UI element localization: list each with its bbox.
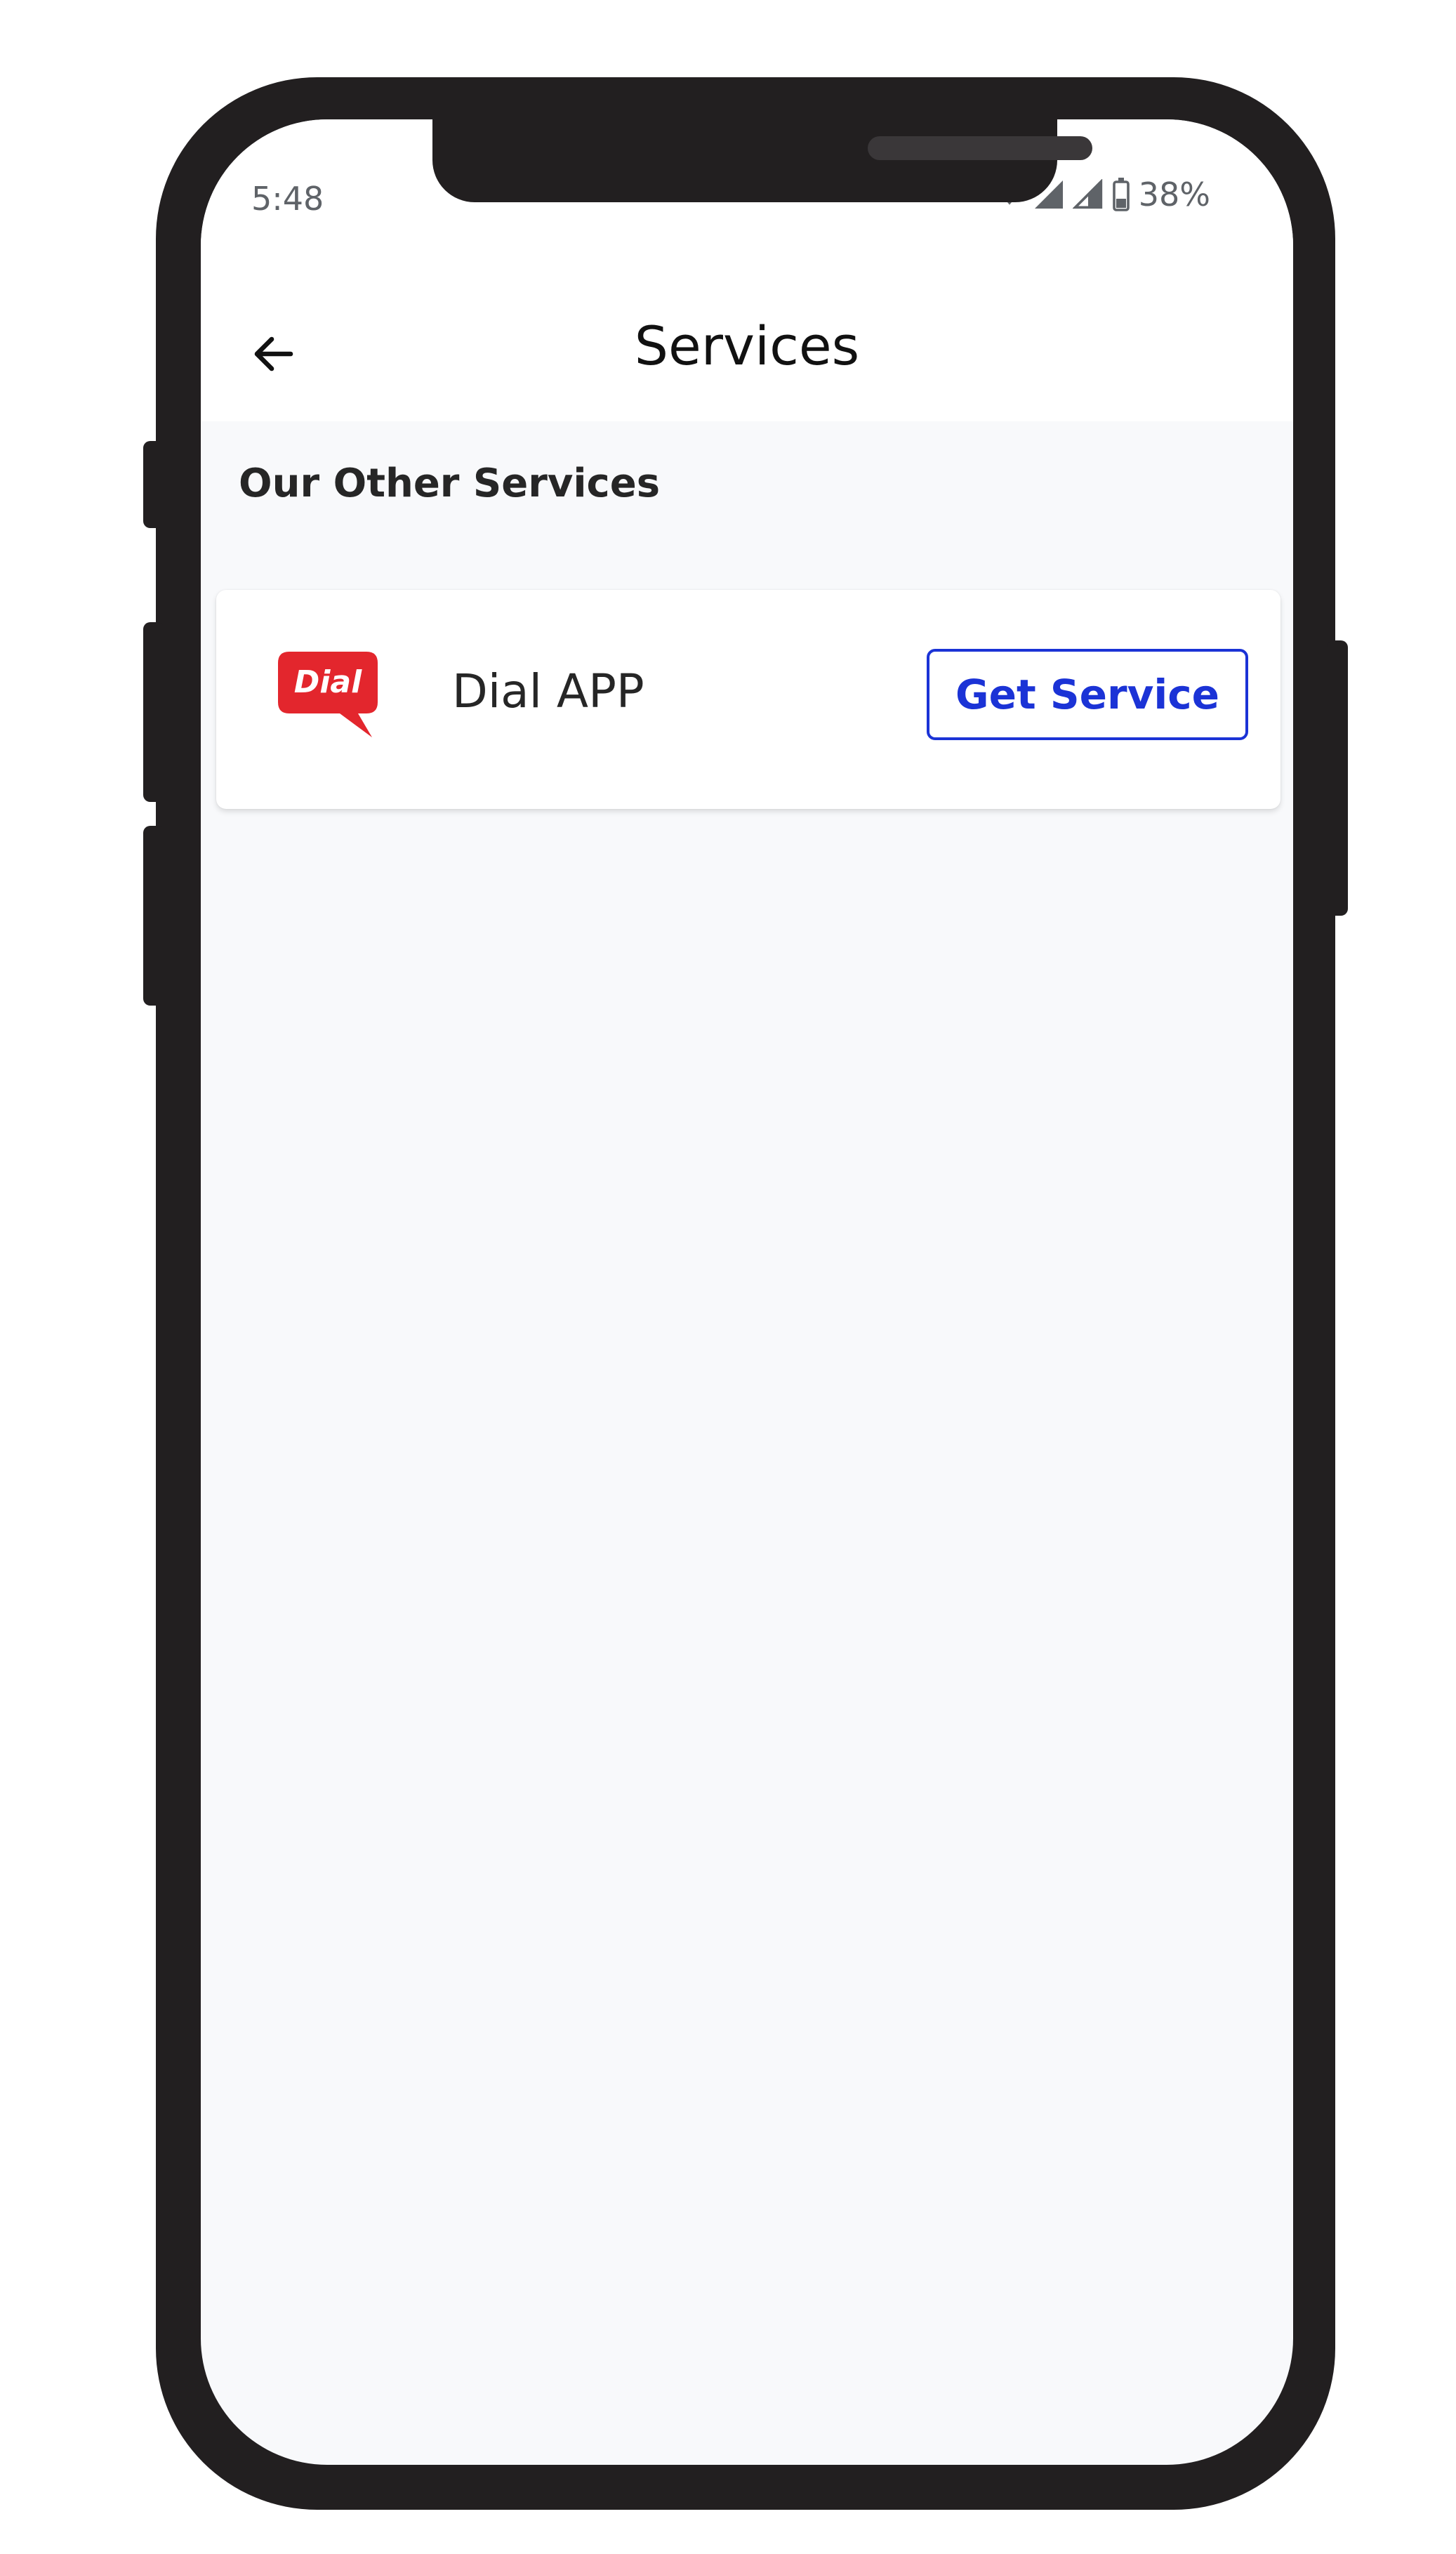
cell-signal-empty-icon: [1072, 179, 1102, 209]
phone-side-button: [143, 441, 164, 528]
battery-percentage: 38%: [1138, 176, 1210, 213]
phone-notch: [432, 119, 1092, 202]
section-title: Our Other Services: [239, 461, 661, 506]
service-name: Dial APP: [452, 664, 644, 718]
status-time: 5:48: [251, 180, 324, 218]
phone-power-button: [1327, 640, 1348, 916]
dial-logo: Dial: [275, 646, 380, 742]
page-title: Services: [634, 315, 860, 377]
phone-speaker: [868, 136, 1092, 160]
dial-logo-text: Dial: [294, 664, 362, 700]
phone-volume-down-button: [143, 826, 164, 1006]
phone-volume-up-button: [143, 622, 164, 802]
phone-screen: 5:48 38% Services Our Other Services Dia…: [201, 119, 1293, 2465]
app-bar: Services: [201, 281, 1293, 421]
service-card: Dial Dial APP Get Service: [216, 590, 1280, 809]
get-service-button[interactable]: Get Service: [927, 649, 1248, 740]
battery-icon: [1112, 178, 1130, 211]
